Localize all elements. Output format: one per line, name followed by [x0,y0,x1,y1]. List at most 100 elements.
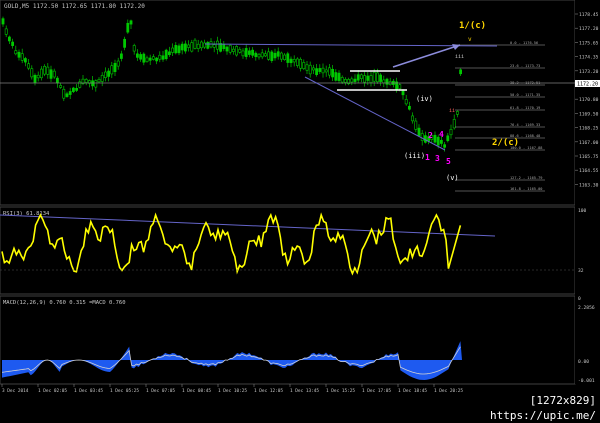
candle-body [191,43,193,51]
candle-body [172,48,174,52]
price-label: 1169.50 [579,111,599,117]
candle-body [290,59,292,63]
candle-body [399,85,401,89]
candle-body [316,69,318,75]
candle-body [357,75,359,81]
chart-header: GOLD,M5 1172.50 1172.65 1171.80 1172.20 [4,3,145,10]
candle-body [245,48,247,56]
price-label: 1177.20 [579,26,599,32]
candle-body [226,47,228,51]
price-label: 1175.65 [579,40,599,46]
rsi-axis-label: 0 [578,296,581,302]
candle-body [284,55,286,60]
candle-body [280,53,282,59]
time-label: 1 Dec 05:25 [110,388,139,394]
candle-body [98,79,100,82]
time-label: 1 Dec 13:45 [290,388,319,394]
trading-chart[interactable]: GOLD,M5 1172.50 1172.65 1171.80 1172.20 … [0,0,600,410]
candle-body [376,73,378,82]
candle-body [335,73,337,81]
candle-body [264,54,266,56]
candle-body [127,23,129,32]
wave-label-sub4: 4 [439,130,444,139]
candle-body [60,85,62,87]
candle-body [188,45,190,48]
rsi-trendline [0,215,495,236]
candle-body [248,51,250,55]
candle-body [364,76,366,83]
candle-body [21,54,23,61]
current-price-value: 1172.20 [577,82,598,88]
time-label: 1 Dec 17:05 [362,388,391,394]
candle-body [383,80,385,83]
time-label: 1 Dec 08:45 [182,388,211,394]
candle-body [271,52,273,61]
candle-body [207,42,209,48]
wave-label-iii: (iii) [404,152,425,160]
candle-body [146,58,148,62]
candle-body [287,54,289,63]
candle-body [450,129,452,134]
time-label: 3 Dec 2014 [2,388,29,394]
wave-label-sub5: 5 [446,157,451,166]
candle-body [152,57,154,60]
candle-body [332,69,334,77]
candle-body [76,88,78,90]
candle-body [360,75,362,79]
candle-body [380,75,382,82]
candle-body [197,44,199,48]
time-label: 1 Dec 07:05 [146,388,175,394]
candle-body [168,52,170,55]
time-label: 1 Dec 10:25 [218,388,247,394]
macd-panel-frame [0,296,575,384]
candle-body [95,81,97,87]
candle-body [101,75,103,81]
time-label: 1 Dec 15:25 [326,388,355,394]
candle-body [63,89,65,98]
candle-body [47,67,49,74]
candle-body [418,128,420,136]
fib-label: 23.6 - 1173.73 [510,64,540,68]
candle-body [405,99,407,103]
candle-body [309,65,311,74]
candle-body [300,59,302,68]
candle-body [373,72,375,81]
candle-body [143,54,145,62]
candle-body [130,21,132,24]
candle-body [408,106,410,109]
fib-label: 127.2 - 1165.79 [510,176,542,180]
candle-body [175,45,177,53]
time-label: 1 Dec 02:05 [38,388,67,394]
candle-body [440,140,442,143]
time-label: 1 Dec 03:45 [74,388,103,394]
candle-body [255,53,257,57]
candle-body [79,82,81,87]
fibonacci-levels: 0.0 - 1176.5623.6 - 1173.7338.2 - 1172.5… [455,41,545,191]
rsi-axis-labels: 100320 [0,208,587,302]
candle-body [444,145,446,148]
price-label: 1164.55 [579,168,599,174]
candle-body [124,39,126,47]
candle-body [341,77,343,82]
candle-body [178,46,180,53]
candle-body [351,79,353,82]
candle-body [261,53,263,57]
candle-body [354,79,356,82]
wave-label-2c: 2/(c) [492,138,519,148]
candle-body [108,71,110,76]
time-axis-labels: 3 Dec 2014 1 Dec 02:05 1 Dec 03:45 1 Dec 05… [2,384,463,394]
candle-body [28,64,30,68]
wave-label-iv: (iv) [416,95,433,103]
candle-body [277,52,279,57]
candle-body [2,19,4,24]
candle-body [456,111,458,114]
candle-body [15,51,17,54]
candle-body [258,54,260,57]
price-label: 1168.25 [579,126,599,132]
wave-label-mini-ii: ii [449,108,455,114]
candle-body [216,41,218,49]
watermark: [1272x829] https://upic.me/ [431,393,598,408]
rsi-line [2,215,460,274]
candle-body [229,45,231,52]
candle-body [50,70,52,79]
